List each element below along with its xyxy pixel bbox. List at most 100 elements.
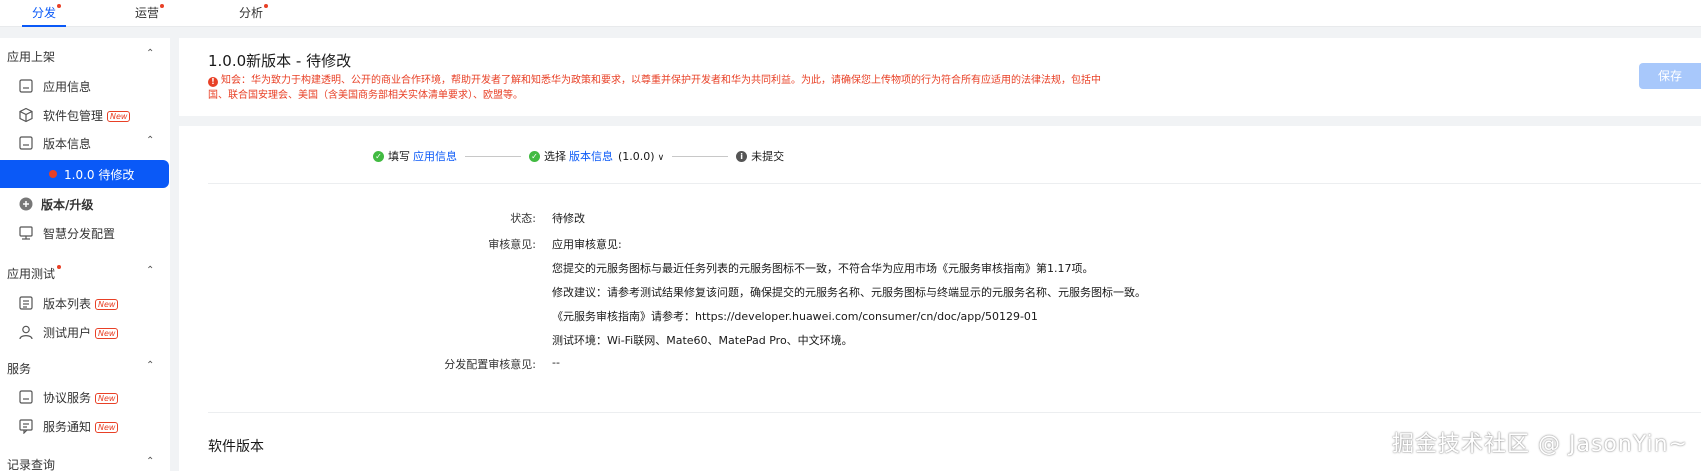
chevron-down-icon: ∨: [657, 152, 665, 163]
notification-dot: [264, 4, 269, 8]
progress-steps: ✓ 填写 应用信息 ✓ 选择 版本信息 (1.0.0) ∨ i 未提交: [373, 146, 784, 166]
new-badge: New: [95, 328, 119, 339]
sidebar-item-label: 1.0.0 待修改: [64, 168, 135, 182]
sidebar: 应用上架 ⌃ 应用信息 软件包管理 New 版本信息 ⌃ 1.0.0 待修改 版本…: [0, 38, 170, 471]
sidebar-item-label: 版本/升级: [41, 198, 94, 212]
step-connector: [672, 155, 729, 157]
save-button[interactable]: 保存: [1639, 63, 1701, 89]
sidebar-item-version-1-0-0[interactable]: 1.0.0 待修改: [0, 160, 169, 188]
smart-distribution-icon: [19, 226, 33, 240]
step-link-app-info[interactable]: 应用信息: [413, 148, 457, 164]
tab-distribution[interactable]: 分发: [21, 4, 67, 27]
status-dot: [49, 170, 57, 178]
sidebar-item-label-wrap: 服务通知 New: [43, 418, 119, 435]
new-badge: New: [107, 111, 131, 122]
chevron-up-icon[interactable]: ⌃: [146, 265, 154, 276]
sidebar-group-label: 服务: [7, 362, 32, 376]
sidebar-group-services[interactable]: 服务: [7, 360, 31, 377]
sidebar-item-label-wrap: 测试用户 New: [43, 324, 119, 341]
warning-icon: !: [208, 77, 218, 87]
sidebar-item-label: 版本信息: [43, 137, 92, 151]
sidebar-item-label: 测试用户: [43, 326, 92, 340]
version-list-icon: [19, 296, 33, 310]
tab-analysis[interactable]: 分析: [239, 4, 269, 26]
sidebar-item-label-wrap: 协议服务 New: [43, 389, 119, 406]
notification-dot: [160, 4, 165, 8]
software-version-title: 软件版本: [208, 439, 264, 455]
check-circle-icon: ✓: [373, 150, 384, 162]
add-circle-icon: [19, 197, 33, 211]
status-value: 待修改: [552, 212, 585, 225]
distribution-review-value: --: [552, 356, 560, 369]
tab-label: 运营: [135, 6, 160, 20]
version-value: (1.0.0): [618, 149, 655, 163]
new-badge: New: [95, 299, 119, 310]
notification-icon: [19, 419, 33, 434]
sidebar-item-label-wrap: 版本列表 New: [43, 295, 119, 312]
notification-dot: [57, 4, 62, 8]
watermark: 掘金技术社区 @ JasonYin~: [1392, 432, 1688, 457]
sidebar-item-agreement-services[interactable]: 协议服务 New: [0, 383, 170, 411]
notification-dot: [57, 265, 62, 269]
test-user-icon: [19, 325, 33, 340]
sidebar-group-label: 应用测试: [7, 267, 56, 281]
new-badge: New: [95, 422, 119, 433]
new-badge: New: [95, 393, 119, 404]
tab-label: 分析: [239, 6, 264, 20]
compliance-notice-text: 知会：华为致力于构建透明、公开的商业合作环境，帮助开发者了解和知悉华为政策和要求…: [208, 75, 1101, 101]
review-label: 审核意见:: [488, 238, 536, 251]
status-label: 状态:: [510, 212, 536, 225]
divider: [208, 183, 1701, 184]
divider: [208, 412, 1701, 413]
step-link-version-info[interactable]: 版本信息: [569, 148, 613, 164]
review-line: 《元服务审核指南》请参考：https://developer.huawei.co…: [552, 310, 1038, 323]
sidebar-item-label: 服务通知: [43, 420, 92, 434]
sidebar-group-app-listing[interactable]: 应用上架: [7, 48, 55, 65]
review-line: 修改建议：请参考测试结果修复该问题，确保提交的元服务名称、元服务图标与终端显示的…: [552, 286, 1146, 299]
version-info-icon: [19, 136, 33, 150]
sidebar-group-records[interactable]: 记录查询: [7, 456, 55, 471]
app-info-icon: [19, 79, 33, 93]
sidebar-item-package-management[interactable]: 软件包管理 New: [0, 101, 170, 129]
sidebar-item-version-upgrade[interactable]: 版本/升级: [0, 190, 170, 218]
review-line: 您提交的元服务图标与最近任务列表的元服务图标不一致，不符合华为应用市场《元服务审…: [552, 262, 1094, 275]
step-prefix: 填写: [388, 150, 410, 163]
step-prefix: 选择: [544, 150, 566, 163]
check-circle-icon: ✓: [529, 150, 540, 162]
main-content: ✓ 填写 应用信息 ✓ 选择 版本信息 (1.0.0) ∨ i 未提交 状态: 待…: [179, 126, 1701, 471]
sidebar-item-smart-distribution[interactable]: 智慧分发配置: [0, 219, 170, 247]
agreement-icon: [19, 390, 33, 404]
sidebar-item-app-info[interactable]: 应用信息: [0, 72, 170, 100]
package-icon: [19, 107, 33, 123]
sidebar-item-label: 版本列表: [43, 297, 92, 311]
sidebar-item-label: 应用信息: [43, 80, 92, 94]
sidebar-item-version-info[interactable]: 版本信息: [0, 129, 170, 157]
step-status: 未提交: [751, 150, 785, 163]
chevron-up-icon[interactable]: ⌃: [146, 456, 154, 467]
sidebar-group-label: 应用上架: [7, 50, 56, 64]
version-selector[interactable]: (1.0.0) ∨: [618, 150, 664, 163]
sidebar-item-label-wrap: 软件包管理 New: [43, 107, 131, 124]
sidebar-item-test-users[interactable]: 测试用户 New: [0, 318, 170, 346]
top-tab-bar: 分发 运营 分析: [0, 0, 1701, 27]
chevron-up-icon[interactable]: ⌃: [146, 360, 154, 371]
sidebar-item-label: 软件包管理: [43, 109, 104, 123]
info-circle-icon: i: [736, 150, 748, 162]
tab-operations[interactable]: 运营: [135, 4, 165, 26]
review-line: 应用审核意见:: [552, 238, 622, 251]
chevron-up-icon[interactable]: ⌃: [146, 48, 154, 59]
tab-label: 分发: [32, 6, 57, 20]
sidebar-item-version-list[interactable]: 版本列表 New: [0, 289, 170, 317]
step-connector: [465, 155, 521, 157]
distribution-review-label: 分发配置审核意见:: [444, 358, 536, 371]
page-header: 1.0.0新版本 - 待修改 ! 知会：华为致力于构建透明、公开的商业合作环境，帮…: [179, 38, 1701, 116]
compliance-notice: ! 知会：华为致力于构建透明、公开的商业合作环境，帮助开发者了解和知悉华为政策和要…: [208, 73, 1108, 103]
sidebar-item-label: 智慧分发配置: [43, 227, 116, 241]
sidebar-group-app-testing[interactable]: 应用测试: [7, 265, 62, 282]
sidebar-item-label: 协议服务: [43, 391, 92, 405]
chevron-up-icon[interactable]: ⌃: [146, 135, 154, 146]
page-title: 1.0.0新版本 - 待修改: [208, 52, 352, 70]
sidebar-group-label: 记录查询: [7, 458, 56, 471]
sidebar-item-service-notification[interactable]: 服务通知 New: [0, 412, 170, 440]
review-line: 测试环境：Wi-Fi联网、Mate60、MatePad Pro、中文环境。: [552, 334, 853, 347]
